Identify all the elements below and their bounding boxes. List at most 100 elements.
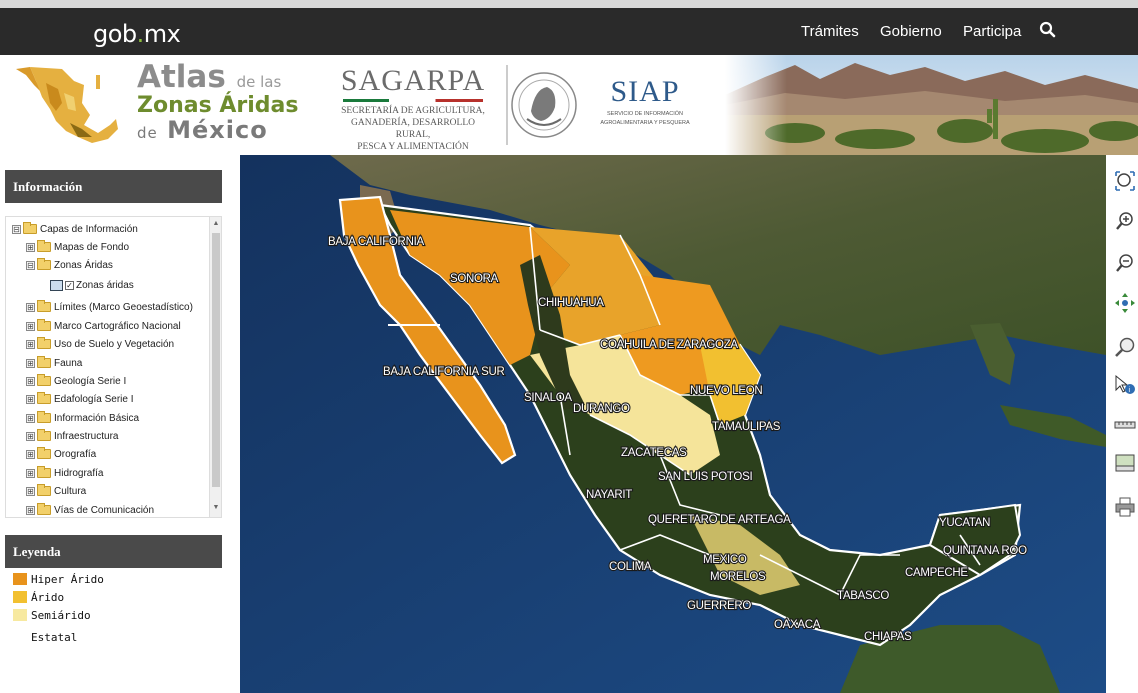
tree-item-marco-cartografico[interactable]: ⊞ Marco Cartográfico Nacional	[26, 318, 181, 334]
expand-icon[interactable]: ⊞	[26, 449, 35, 459]
legend-label: Semiárido	[31, 608, 91, 622]
tree-item-geologia[interactable]: ⊞ Geología Serie I	[26, 373, 126, 389]
folder-icon	[37, 392, 51, 404]
expand-icon[interactable]: ⊞	[26, 468, 35, 478]
tree-item-uso-suelo[interactable]: ⊞ Uso de Suelo y Vegetación	[26, 336, 174, 352]
legend-swatch	[13, 591, 27, 603]
logo-dot: .	[136, 20, 145, 48]
folder-open-icon	[37, 258, 51, 270]
gobmx-logo[interactable]: gob.mx	[93, 20, 181, 48]
scroll-down-arrow-icon[interactable]: ▼	[211, 504, 221, 514]
state-label[interactable]: NUEVO LEON	[689, 384, 764, 398]
state-label[interactable]: COAHUILA DE ZARAGOZA	[599, 338, 740, 352]
tree-item-hidrografia[interactable]: ⊞ Hidrografía	[26, 465, 103, 481]
pan-icon[interactable]	[1114, 292, 1136, 314]
tree-item-mapas-fondo[interactable]: ⊞ Mapas de Fondo	[26, 239, 129, 255]
tree-item-zonas-aridas[interactable]: ⊟ Zonas Áridas	[26, 257, 113, 273]
state-label[interactable]: DURANGO	[572, 402, 632, 416]
tree-item-edafologia[interactable]: ⊞ Edafología Serie I	[26, 391, 134, 407]
sagarpa-name: SAGARPA	[340, 64, 486, 97]
tree-scrollbar[interactable]: ▲ ▼	[209, 217, 221, 517]
state-label[interactable]: BAJA CALIFORNIA	[327, 235, 426, 249]
tree-item-label: Capas de Información	[40, 223, 138, 235]
expand-icon[interactable]: ⊞	[26, 413, 35, 423]
tree-item-label: Fauna	[54, 357, 83, 369]
state-label[interactable]: ZACATECAS	[620, 446, 689, 460]
collapse-icon[interactable]: ⊟	[12, 224, 21, 234]
state-label[interactable]: NAYARIT	[585, 488, 634, 502]
tree-item-vias[interactable]: ⊞ Vías de Comunicación	[26, 502, 154, 517]
tree-item-infraestructura[interactable]: ⊞ Infraestructura	[26, 428, 118, 444]
expand-icon[interactable]: ⊞	[26, 394, 35, 404]
state-label[interactable]: SINALOA	[523, 391, 574, 405]
expand-icon[interactable]: ⊞	[26, 339, 35, 349]
magnifier-icon[interactable]	[1114, 336, 1136, 358]
expand-icon[interactable]: ⊞	[26, 242, 35, 252]
tree-item-label: Geología Serie I	[54, 375, 127, 387]
folder-icon	[37, 300, 51, 312]
siap-desc-1: SERVICIO DE INFORMACIÓN	[607, 111, 683, 117]
map-view[interactable]: BAJA CALIFORNIA SONORA CHIHUAHUA COAHUIL…	[240, 155, 1106, 693]
state-label[interactable]: MEXICO	[702, 553, 748, 567]
state-label[interactable]: GUERRERO	[686, 599, 753, 613]
tree-item-fauna[interactable]: ⊞ Fauna	[26, 355, 82, 371]
search-icon[interactable]	[1039, 21, 1057, 39]
state-label[interactable]: CHIHUAHUA	[537, 296, 606, 310]
expand-icon[interactable]: ⊞	[26, 358, 35, 368]
state-label[interactable]: TAMAULIPAS	[711, 420, 782, 434]
expand-icon[interactable]: ⊞	[26, 505, 35, 515]
expand-icon[interactable]: ⊞	[26, 376, 35, 386]
state-label[interactable]: CAMPECHE	[904, 566, 970, 580]
state-label[interactable]: YUCATAN	[938, 516, 992, 530]
state-label[interactable]: SONORA	[449, 272, 500, 286]
legend-swatch	[13, 631, 27, 643]
state-label[interactable]: OAXACA	[773, 618, 822, 632]
state-label[interactable]: SAN LUIS POTOSI	[657, 470, 754, 484]
state-label[interactable]: MORELOS	[709, 570, 768, 584]
zoom-extent-icon[interactable]	[1114, 170, 1136, 192]
folder-icon	[37, 466, 51, 478]
measure-icon[interactable]	[1114, 414, 1136, 436]
state-label[interactable]: COLIMA	[608, 560, 653, 574]
expand-icon[interactable]: ⊞	[26, 431, 35, 441]
legend-item-hiper-arido: Hiper Árido	[5, 570, 222, 588]
nav-link-gobierno[interactable]: Gobierno	[880, 23, 942, 40]
tree-item-orografia[interactable]: ⊞ Orografía	[26, 446, 96, 462]
collapse-icon[interactable]: ⊟	[26, 260, 35, 270]
layer-tree: ⊟ Capas de Información ⊞ Mapas de Fondo ⊟ Z…	[5, 216, 222, 518]
legend-label: Árido	[31, 590, 65, 604]
state-label[interactable]: BAJA CALIFORNIA SUR	[382, 365, 506, 379]
scroll-thumb[interactable]	[212, 233, 220, 487]
layer-checkbox[interactable]: ✓	[65, 280, 74, 290]
folder-icon	[37, 447, 51, 459]
tree-item-label: Zonas áridas	[76, 279, 134, 291]
mexican-coat-of-arms-seal	[506, 65, 577, 145]
folder-icon	[37, 240, 51, 252]
state-label[interactable]: QUERETARO DE ARTEAGA	[647, 513, 793, 527]
state-label[interactable]: CHIAPAS	[863, 630, 914, 644]
scroll-up-arrow-icon[interactable]: ▲	[211, 220, 221, 230]
nav-link-participa[interactable]: Participa	[963, 23, 1021, 40]
tree-item-label: Información Básica	[54, 412, 140, 424]
state-label[interactable]: QUINTANA ROO	[942, 544, 1029, 558]
tree-item-zonas-aridas-layer[interactable]: ✓ Zonas áridas	[50, 277, 134, 293]
zoom-out-icon[interactable]	[1114, 252, 1136, 274]
siap-name: SIAP	[610, 75, 680, 108]
expand-icon[interactable]: ⊞	[26, 302, 35, 312]
nav-link-tramites[interactable]: Trámites	[801, 23, 859, 40]
legend-item-arido: Árido	[5, 588, 222, 606]
tree-item-label: Hidrografía	[54, 467, 104, 479]
expand-icon[interactable]: ⊞	[26, 486, 35, 496]
sagarpa-desc-3: PESCA Y ALIMENTACIÓN	[357, 142, 469, 152]
tree-item-capas[interactable]: ⊟ Capas de Información	[12, 221, 138, 237]
tree-item-info-basica[interactable]: ⊞ Información Básica	[26, 410, 139, 426]
measure-area-icon[interactable]	[1114, 452, 1136, 474]
siap-desc-2: AGROALIMENTARIA Y PESQUERA	[600, 120, 690, 126]
zoom-in-icon[interactable]	[1114, 210, 1136, 232]
tree-item-cultura[interactable]: ⊞ Cultura	[26, 483, 86, 499]
tree-item-limites[interactable]: ⊞ Límites (Marco Geoestadístico)	[26, 299, 193, 315]
identify-icon[interactable]: i	[1114, 374, 1136, 396]
print-icon[interactable]	[1114, 496, 1136, 518]
expand-icon[interactable]: ⊞	[26, 321, 35, 331]
state-label[interactable]: TABASCO	[836, 589, 891, 603]
